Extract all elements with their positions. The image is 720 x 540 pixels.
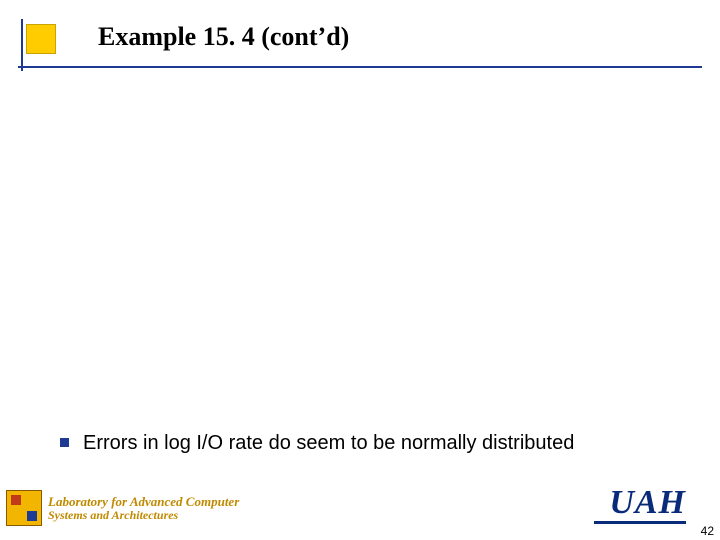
square-bullet-icon (60, 438, 69, 447)
slide-body (60, 90, 680, 450)
title-bullet-decoration (26, 24, 56, 54)
title-underline (18, 66, 702, 68)
lab-logo: Laboratory for Advanced Computer Systems… (6, 486, 276, 530)
lab-line2: Systems and Architectures (48, 509, 239, 522)
lab-badge-icon (6, 490, 42, 526)
vertical-accent-line (21, 19, 23, 71)
slide: Example 15. 4 (cont’d) Errors in log I/O… (0, 0, 720, 540)
page-number: 42 (701, 524, 714, 538)
bullet-item: Errors in log I/O rate do seem to be nor… (60, 432, 574, 455)
lab-line1: Laboratory for Advanced Computer (48, 495, 239, 509)
slide-title: Example 15. 4 (cont’d) (98, 22, 349, 52)
footer: Laboratory for Advanced Computer Systems… (0, 482, 720, 540)
uah-underline (594, 521, 686, 524)
bullet-text: Errors in log I/O rate do seem to be nor… (83, 432, 574, 455)
lab-text: Laboratory for Advanced Computer Systems… (48, 495, 239, 521)
uah-logo: UAH (609, 484, 686, 522)
